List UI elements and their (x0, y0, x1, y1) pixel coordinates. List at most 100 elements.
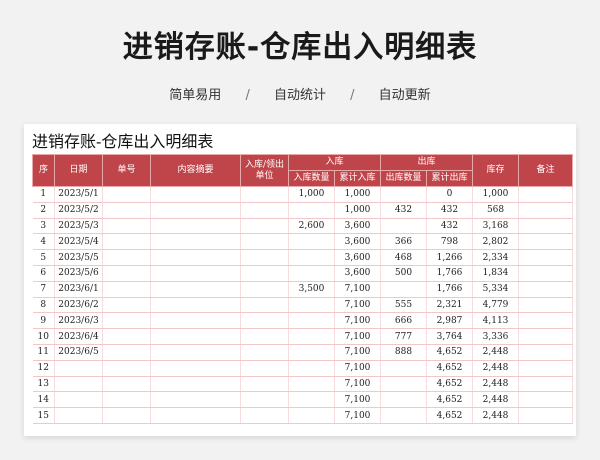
cell-summary[interactable] (150, 344, 241, 361)
cell-date[interactable] (54, 359, 103, 377)
cell-out-total[interactable]: 4,652 (426, 391, 474, 409)
cell-seq[interactable]: 10 (32, 328, 55, 345)
cell-stock[interactable]: 2,448 (472, 391, 520, 409)
cell-in-qty[interactable] (288, 312, 335, 330)
cell-stock[interactable]: 3,336 (472, 328, 520, 345)
cell-out-qty[interactable]: 500 (380, 265, 428, 282)
cell-out-qty[interactable]: 555 (380, 297, 428, 314)
table-row[interactable]: 12 7,100 4,652 2,448 (32, 359, 574, 377)
cell-seq[interactable]: 7 (32, 280, 55, 298)
cell-seq[interactable]: 1 (32, 186, 55, 203)
cell-in-total[interactable]: 1,000 (334, 186, 382, 203)
cell-out-total[interactable]: 432 (426, 218, 474, 235)
cell-remark[interactable] (518, 265, 574, 282)
cell-seq[interactable]: 5 (32, 249, 55, 266)
cell-summary[interactable] (150, 312, 241, 330)
cell-unit[interactable] (240, 391, 289, 409)
cell-stock[interactable]: 2,448 (472, 344, 520, 361)
cell-in-total[interactable]: 7,100 (334, 376, 382, 393)
cell-in-qty[interactable]: 3,500 (288, 280, 335, 298)
cell-remark[interactable] (518, 186, 574, 203)
cell-seq[interactable]: 2 (32, 202, 55, 219)
cell-in-total[interactable]: 7,100 (334, 344, 382, 361)
cell-stock[interactable]: 5,334 (472, 280, 520, 298)
cell-seq[interactable]: 14 (32, 391, 55, 409)
cell-out-qty[interactable]: 777 (380, 328, 428, 345)
table-row[interactable]: 9 2023/6/3 7,100 666 2,987 4,113 (32, 312, 574, 330)
cell-seq[interactable]: 8 (32, 297, 55, 314)
cell-in-total[interactable]: 7,100 (334, 407, 382, 424)
cell-out-qty[interactable]: 468 (380, 249, 428, 266)
cell-seq[interactable]: 9 (32, 312, 55, 330)
cell-out-qty[interactable] (380, 391, 428, 409)
cell-out-total[interactable]: 2,987 (426, 312, 474, 330)
cell-date[interactable]: 2023/5/5 (54, 249, 103, 266)
cell-out-total[interactable]: 1,266 (426, 249, 474, 266)
cell-date[interactable]: 2023/6/5 (54, 344, 103, 361)
cell-in-total[interactable]: 3,600 (334, 233, 382, 251)
cell-stock[interactable]: 2,448 (472, 376, 520, 393)
table-row[interactable]: 13 7,100 4,652 2,448 (32, 376, 574, 393)
cell-stock[interactable]: 2,448 (472, 407, 520, 424)
cell-out-qty[interactable]: 366 (380, 233, 428, 251)
table-row[interactable]: 1 2023/5/1 1,000 1,000 0 1,000 (32, 186, 574, 203)
cell-summary[interactable] (150, 280, 241, 298)
cell-in-qty[interactable] (288, 359, 335, 377)
cell-out-total[interactable]: 4,652 (426, 359, 474, 377)
table-row[interactable]: 3 2023/5/3 2,600 3,600 432 3,168 (32, 218, 574, 235)
cell-seq[interactable]: 6 (32, 265, 55, 282)
cell-date[interactable]: 2023/6/1 (54, 280, 103, 298)
cell-seq[interactable]: 4 (32, 233, 55, 251)
cell-doc-no[interactable] (102, 280, 151, 298)
cell-in-qty[interactable]: 2,600 (288, 218, 335, 235)
cell-in-total[interactable]: 3,600 (334, 218, 382, 235)
cell-stock[interactable]: 1,000 (472, 186, 520, 203)
cell-remark[interactable] (518, 312, 574, 330)
cell-doc-no[interactable] (102, 312, 151, 330)
cell-seq[interactable]: 15 (32, 407, 55, 424)
cell-doc-no[interactable] (102, 297, 151, 314)
cell-in-qty[interactable] (288, 376, 335, 393)
table-row[interactable]: 14 7,100 4,652 2,448 (32, 391, 574, 409)
cell-out-qty[interactable]: 432 (380, 202, 428, 219)
cell-unit[interactable] (240, 344, 289, 361)
cell-out-qty[interactable]: 666 (380, 312, 428, 330)
cell-out-total[interactable]: 0 (426, 186, 474, 203)
table-row[interactable]: 6 2023/5/6 3,600 500 1,766 1,834 (32, 265, 574, 282)
cell-summary[interactable] (150, 359, 241, 377)
cell-summary[interactable] (150, 249, 241, 266)
cell-unit[interactable] (240, 376, 289, 393)
cell-stock[interactable]: 4,113 (472, 312, 520, 330)
cell-out-total[interactable]: 3,764 (426, 328, 474, 345)
table-row[interactable]: 5 2023/5/5 3,600 468 1,266 2,334 (32, 249, 574, 266)
cell-unit[interactable] (240, 328, 289, 345)
cell-stock[interactable]: 1,834 (472, 265, 520, 282)
cell-unit[interactable] (240, 249, 289, 266)
cell-date[interactable] (54, 376, 103, 393)
cell-in-total[interactable]: 7,100 (334, 297, 382, 314)
cell-stock[interactable]: 4,779 (472, 297, 520, 314)
cell-out-total[interactable]: 432 (426, 202, 474, 219)
cell-in-total[interactable]: 7,100 (334, 312, 382, 330)
cell-date[interactable] (54, 407, 103, 424)
cell-in-total[interactable]: 3,600 (334, 265, 382, 282)
cell-remark[interactable] (518, 376, 574, 393)
cell-summary[interactable] (150, 186, 241, 203)
cell-unit[interactable] (240, 218, 289, 235)
cell-doc-no[interactable] (102, 202, 151, 219)
cell-doc-no[interactable] (102, 344, 151, 361)
cell-stock[interactable]: 2,802 (472, 233, 520, 251)
table-row[interactable]: 4 2023/5/4 3,600 366 798 2,802 (32, 233, 574, 251)
cell-summary[interactable] (150, 407, 241, 424)
cell-date[interactable]: 2023/5/3 (54, 218, 103, 235)
cell-seq[interactable]: 3 (32, 218, 55, 235)
cell-unit[interactable] (240, 280, 289, 298)
cell-in-qty[interactable]: 1,000 (288, 186, 335, 203)
cell-out-qty[interactable] (380, 186, 428, 203)
cell-remark[interactable] (518, 328, 574, 345)
cell-doc-no[interactable] (102, 265, 151, 282)
table-row[interactable]: 8 2023/6/2 7,100 555 2,321 4,779 (32, 297, 574, 314)
cell-doc-no[interactable] (102, 376, 151, 393)
cell-in-total[interactable]: 7,100 (334, 391, 382, 409)
cell-unit[interactable] (240, 407, 289, 424)
